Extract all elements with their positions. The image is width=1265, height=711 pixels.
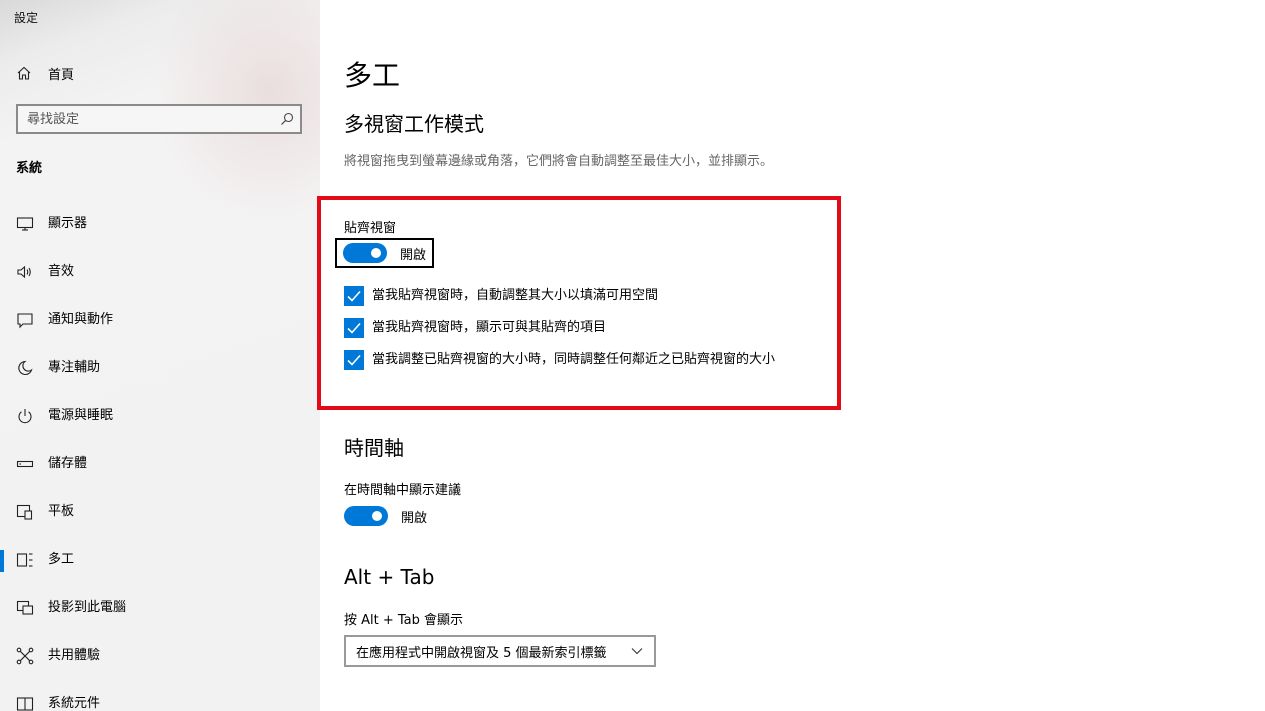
chevron-down-icon: [631, 648, 643, 655]
sidebar-item-label: 共用體驗: [48, 648, 101, 663]
dropdown-selected-value: 在應用程式中開啟視窗及 5 個最新索引標籤: [356, 645, 607, 661]
home-label: 首頁: [48, 67, 75, 83]
home-button[interactable]: 首頁: [16, 62, 74, 84]
search-box[interactable]: [16, 104, 302, 134]
snap-checkbox-row-fill[interactable]: 當我貼齊視窗時，自動調整其大小以填滿可用空間: [344, 286, 797, 306]
sidebar-item-notifications[interactable]: 通知與動作: [0, 296, 320, 344]
snap-windows-label: 貼齊視窗: [344, 221, 397, 236]
toggle-switch[interactable]: [343, 243, 387, 263]
app-title: 設定: [14, 11, 39, 25]
system-components-icon: [16, 695, 34, 711]
snap-description: 將視窗拖曳到螢幕邊緣或角落，它們將會自動調整至最佳大小，並排顯示。: [344, 154, 774, 169]
tablet-icon: [16, 503, 34, 521]
page-title: 多工: [344, 59, 401, 92]
timeline-heading: 時間軸: [344, 436, 404, 460]
sidebar-item-system-components[interactable]: 系統元件: [0, 680, 320, 711]
notification-icon: [16, 311, 34, 329]
timeline-suggestions-label: 在時間軸中顯示建議: [344, 483, 462, 498]
main-content: 多工 多視窗工作模式 將視窗拖曳到螢幕邊緣或角落，它們將會自動調整至最佳大小，並…: [317, 0, 1265, 711]
snap-checkbox-row-suggest[interactable]: 當我貼齊視窗時，顯示可與其貼齊的項目: [344, 318, 797, 338]
checkbox[interactable]: [344, 286, 364, 306]
moon-icon: [16, 359, 34, 377]
sidebar-item-label: 電源與睡眠: [48, 408, 114, 423]
checkbox-label: 當我貼齊視窗時，顯示可與其貼齊的項目: [372, 320, 607, 335]
power-icon: [16, 407, 34, 425]
speaker-icon: [16, 263, 34, 281]
sidebar-item-label: 投影到此電腦: [48, 600, 127, 615]
sidebar-item-tablet[interactable]: 平板: [0, 488, 320, 536]
storage-icon: [16, 455, 34, 473]
sidebar-item-label: 儲存體: [48, 456, 88, 471]
toggle-switch[interactable]: [344, 506, 388, 526]
project-icon: [16, 599, 34, 617]
sidebar-item-label: 專注輔助: [48, 360, 101, 375]
sidebar-item-label: 音效: [48, 264, 75, 279]
sidebar-item-power-sleep[interactable]: 電源與睡眠: [0, 392, 320, 440]
alttab-dropdown[interactable]: 在應用程式中開啟視窗及 5 個最新索引標籤: [344, 635, 656, 667]
timeline-suggestions-toggle[interactable]: 開啟: [344, 506, 427, 526]
checkbox[interactable]: [344, 318, 364, 338]
monitor-icon: [16, 215, 34, 233]
checkmark-icon: [347, 354, 361, 366]
snap-heading: 多視窗工作模式: [344, 112, 484, 136]
toggle-state-label: 開啟: [400, 247, 427, 263]
checkbox[interactable]: [344, 350, 364, 370]
alttab-heading: Alt + Tab: [344, 565, 435, 589]
sidebar-item-shared-experience[interactable]: 共用體驗: [0, 632, 320, 680]
sidebar: 設定 首頁 系統 顯示器 音效 通知與動作 專注輔助 電源與睡眠 儲存體 平板 …: [0, 0, 320, 711]
sidebar-item-display[interactable]: 顯示器: [0, 200, 320, 248]
sidebar-item-storage[interactable]: 儲存體: [0, 440, 320, 488]
sidebar-item-focus-assist[interactable]: 專注輔助: [0, 344, 320, 392]
snap-checkbox-row-resize[interactable]: 當我調整已貼齊視窗的大小時，同時調整任何鄰近之已貼齊視窗的大小: [344, 350, 797, 370]
sidebar-item-multitasking[interactable]: 多工: [0, 536, 320, 584]
sidebar-item-sound[interactable]: 音效: [0, 248, 320, 296]
sidebar-item-project[interactable]: 投影到此電腦: [0, 584, 320, 632]
alttab-label: 按 Alt + Tab 會顯示: [344, 613, 464, 628]
sidebar-item-label: 系統元件: [48, 696, 101, 711]
section-label-system: 系統: [16, 161, 43, 176]
search-icon: [281, 112, 294, 125]
shared-experience-icon: [16, 647, 34, 665]
checkbox-label: 當我貼齊視窗時，自動調整其大小以填滿可用空間: [372, 288, 659, 303]
checkmark-icon: [347, 322, 361, 334]
sidebar-item-label: 平板: [48, 504, 75, 519]
checkmark-icon: [347, 290, 361, 302]
checkbox-label: 當我調整已貼齊視窗的大小時，同時調整任何鄰近之已貼齊視窗的大小: [372, 352, 776, 367]
snap-windows-toggle[interactable]: 開啟: [334, 238, 435, 268]
toggle-state-label: 開啟: [401, 510, 428, 526]
home-icon: [17, 66, 31, 80]
sidebar-item-label: 通知與動作: [48, 312, 114, 327]
sidebar-item-label: 多工: [48, 552, 75, 567]
sidebar-item-label: 顯示器: [48, 216, 88, 231]
multitasking-icon: [16, 551, 34, 569]
search-input[interactable]: [27, 111, 280, 127]
